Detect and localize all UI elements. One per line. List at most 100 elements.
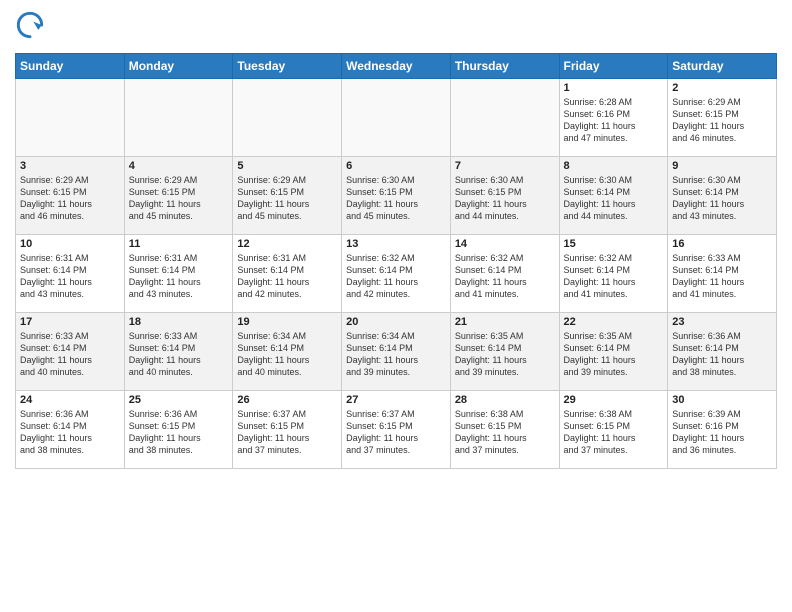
day-cell (450, 79, 559, 157)
calendar-page: SundayMondayTuesdayWednesdayThursdayFrid… (0, 0, 792, 612)
day-number: 16 (672, 238, 772, 250)
day-cell: 9 Sunrise: 6:30 AM Sunset: 6:14 PM Daylig… (668, 157, 777, 235)
day-cell (342, 79, 451, 157)
day-cell: 12 Sunrise: 6:31 AM Sunset: 6:14 PM Dayli… (233, 235, 342, 313)
day-info: Sunrise: 6:34 AM Sunset: 6:14 PM Dayligh… (346, 330, 446, 379)
day-cell: 27 Sunrise: 6:37 AM Sunset: 6:15 PM Dayli… (342, 391, 451, 469)
day-info: Sunrise: 6:32 AM Sunset: 6:14 PM Dayligh… (564, 252, 664, 301)
day-info: Sunrise: 6:31 AM Sunset: 6:14 PM Dayligh… (129, 252, 229, 301)
day-cell: 16 Sunrise: 6:33 AM Sunset: 6:14 PM Dayli… (668, 235, 777, 313)
week-row-1: 1 Sunrise: 6:28 AM Sunset: 6:16 PM Daylig… (16, 79, 777, 157)
day-cell: 26 Sunrise: 6:37 AM Sunset: 6:15 PM Dayli… (233, 391, 342, 469)
calendar-table: SundayMondayTuesdayWednesdayThursdayFrid… (15, 53, 777, 469)
day-number: 20 (346, 316, 446, 328)
day-info: Sunrise: 6:31 AM Sunset: 6:14 PM Dayligh… (237, 252, 337, 301)
day-number: 28 (455, 394, 555, 406)
logo (15, 10, 49, 45)
weekday-monday: Monday (124, 54, 233, 79)
day-info: Sunrise: 6:29 AM Sunset: 6:15 PM Dayligh… (129, 174, 229, 223)
day-cell: 17Sunrise: 6:33 AM Sunset: 6:14 PM Dayli… (16, 313, 125, 391)
day-cell: 14Sunrise: 6:32 AM Sunset: 6:14 PM Dayli… (450, 235, 559, 313)
day-cell: 28 Sunrise: 6:38 AM Sunset: 6:15 PM Dayli… (450, 391, 559, 469)
day-number: 3 (20, 160, 120, 172)
day-info: Sunrise: 6:37 AM Sunset: 6:15 PM Dayligh… (237, 408, 337, 457)
day-cell: 3Sunrise: 6:29 AM Sunset: 6:15 PM Daylig… (16, 157, 125, 235)
day-info: Sunrise: 6:37 AM Sunset: 6:15 PM Dayligh… (346, 408, 446, 457)
day-info: Sunrise: 6:30 AM Sunset: 6:14 PM Dayligh… (564, 174, 664, 223)
day-number: 1 (564, 82, 664, 94)
day-cell: 18Sunrise: 6:33 AM Sunset: 6:14 PM Dayli… (124, 313, 233, 391)
day-info: Sunrise: 6:36 AM Sunset: 6:15 PM Dayligh… (129, 408, 229, 457)
day-cell: 7Sunrise: 6:30 AM Sunset: 6:15 PM Daylig… (450, 157, 559, 235)
day-number: 24 (20, 394, 120, 406)
day-cell: 4 Sunrise: 6:29 AM Sunset: 6:15 PM Daylig… (124, 157, 233, 235)
day-cell: 29Sunrise: 6:38 AM Sunset: 6:15 PM Dayli… (559, 391, 668, 469)
weekday-friday: Friday (559, 54, 668, 79)
day-number: 12 (237, 238, 337, 250)
day-number: 26 (237, 394, 337, 406)
day-number: 11 (129, 238, 229, 250)
day-number: 30 (672, 394, 772, 406)
day-cell (233, 79, 342, 157)
day-cell: 23 Sunrise: 6:36 AM Sunset: 6:14 PM Dayli… (668, 313, 777, 391)
day-number: 19 (237, 316, 337, 328)
day-number: 5 (237, 160, 337, 172)
day-info: Sunrise: 6:36 AM Sunset: 6:14 PM Dayligh… (672, 330, 772, 379)
day-number: 23 (672, 316, 772, 328)
day-number: 22 (564, 316, 664, 328)
day-info: Sunrise: 6:30 AM Sunset: 6:15 PM Dayligh… (346, 174, 446, 223)
day-info: Sunrise: 6:33 AM Sunset: 6:14 PM Dayligh… (20, 330, 120, 379)
day-number: 29 (564, 394, 664, 406)
day-number: 6 (346, 160, 446, 172)
day-info: Sunrise: 6:32 AM Sunset: 6:14 PM Dayligh… (346, 252, 446, 301)
day-info: Sunrise: 6:35 AM Sunset: 6:14 PM Dayligh… (564, 330, 664, 379)
week-row-2: 3 Sunrise: 6:29 AM Sunset: 6:15 PM Daylig… (16, 157, 777, 235)
day-number: 8 (564, 160, 664, 172)
day-number: 27 (346, 394, 446, 406)
day-number: 4 (129, 160, 229, 172)
day-cell: 20 Sunrise: 6:34 AM Sunset: 6:14 PM Dayli… (342, 313, 451, 391)
day-info: Sunrise: 6:39 AM Sunset: 6:16 PM Dayligh… (672, 408, 772, 457)
week-row-5: 24 Sunrise: 6:36 AM Sunset: 6:14 PM Dayli… (16, 391, 777, 469)
day-cell: 21Sunrise: 6:35 AM Sunset: 6:14 PM Dayli… (450, 313, 559, 391)
day-cell: 11 Sunrise: 6:31 AM Sunset: 6:14 PM Dayli… (124, 235, 233, 313)
day-cell: 22 Sunrise: 6:35 AM Sunset: 6:14 PM Dayli… (559, 313, 668, 391)
day-number: 2 (672, 82, 772, 94)
day-number: 21 (455, 316, 555, 328)
day-cell: 13 Sunrise: 6:32 AM Sunset: 6:14 PM Dayli… (342, 235, 451, 313)
weekday-header-row: SundayMondayTuesdayWednesdayThursdayFrid… (16, 54, 777, 79)
day-info: Sunrise: 6:31 AM Sunset: 6:14 PM Dayligh… (20, 252, 120, 301)
day-cell (16, 79, 125, 157)
day-cell: 5 Sunrise: 6:29 AM Sunset: 6:15 PM Daylig… (233, 157, 342, 235)
day-cell: 6 Sunrise: 6:30 AM Sunset: 6:15 PM Daylig… (342, 157, 451, 235)
day-cell: 2 Sunrise: 6:29 AM Sunset: 6:15 PM Daylig… (668, 79, 777, 157)
week-row-4: 17Sunrise: 6:33 AM Sunset: 6:14 PM Dayli… (16, 313, 777, 391)
weekday-wednesday: Wednesday (342, 54, 451, 79)
day-info: Sunrise: 6:30 AM Sunset: 6:15 PM Dayligh… (455, 174, 555, 223)
day-cell (124, 79, 233, 157)
day-info: Sunrise: 6:29 AM Sunset: 6:15 PM Dayligh… (672, 96, 772, 145)
weekday-thursday: Thursday (450, 54, 559, 79)
day-number: 15 (564, 238, 664, 250)
day-number: 25 (129, 394, 229, 406)
day-cell: 8 Sunrise: 6:30 AM Sunset: 6:14 PM Daylig… (559, 157, 668, 235)
day-number: 13 (346, 238, 446, 250)
day-info: Sunrise: 6:36 AM Sunset: 6:14 PM Dayligh… (20, 408, 120, 457)
day-info: Sunrise: 6:38 AM Sunset: 6:15 PM Dayligh… (455, 408, 555, 457)
day-info: Sunrise: 6:33 AM Sunset: 6:14 PM Dayligh… (672, 252, 772, 301)
day-info: Sunrise: 6:34 AM Sunset: 6:14 PM Dayligh… (237, 330, 337, 379)
day-number: 14 (455, 238, 555, 250)
weekday-sunday: Sunday (16, 54, 125, 79)
day-cell: 15 Sunrise: 6:32 AM Sunset: 6:14 PM Dayli… (559, 235, 668, 313)
day-info: Sunrise: 6:30 AM Sunset: 6:14 PM Dayligh… (672, 174, 772, 223)
day-cell: 25 Sunrise: 6:36 AM Sunset: 6:15 PM Dayli… (124, 391, 233, 469)
day-cell: 10Sunrise: 6:31 AM Sunset: 6:14 PM Dayli… (16, 235, 125, 313)
header (15, 10, 777, 45)
day-cell: 19 Sunrise: 6:34 AM Sunset: 6:14 PM Dayli… (233, 313, 342, 391)
day-number: 9 (672, 160, 772, 172)
day-cell: 1 Sunrise: 6:28 AM Sunset: 6:16 PM Daylig… (559, 79, 668, 157)
day-info: Sunrise: 6:29 AM Sunset: 6:15 PM Dayligh… (237, 174, 337, 223)
week-row-3: 10Sunrise: 6:31 AM Sunset: 6:14 PM Dayli… (16, 235, 777, 313)
day-info: Sunrise: 6:28 AM Sunset: 6:16 PM Dayligh… (564, 96, 664, 145)
day-info: Sunrise: 6:33 AM Sunset: 6:14 PM Dayligh… (129, 330, 229, 379)
